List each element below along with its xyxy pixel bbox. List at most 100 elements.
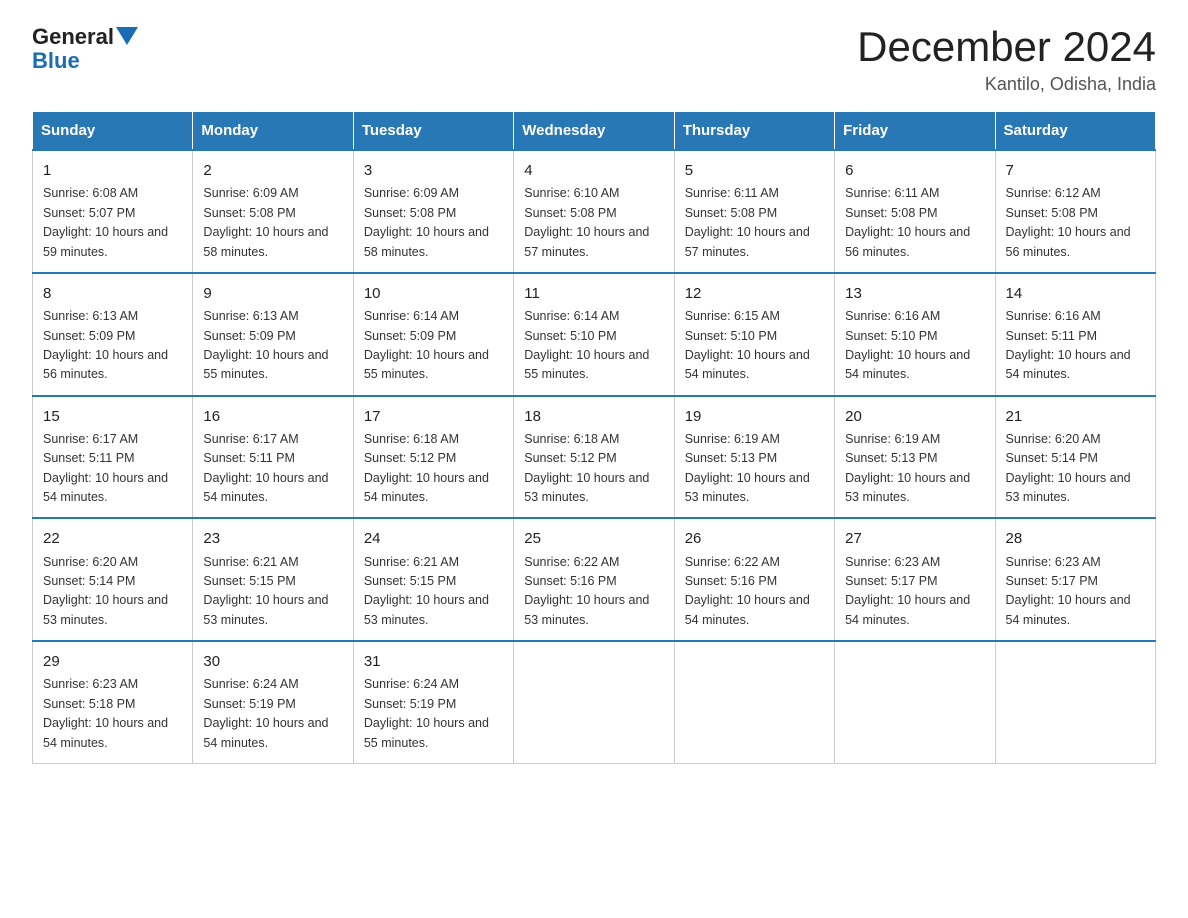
calendar-cell: 2Sunrise: 6:09 AMSunset: 5:08 PMDaylight…: [193, 150, 353, 273]
day-info: Sunrise: 6:21 AMSunset: 5:15 PMDaylight:…: [364, 553, 503, 631]
day-number: 10: [364, 282, 503, 305]
day-number: 5: [685, 159, 824, 182]
day-info: Sunrise: 6:14 AMSunset: 5:10 PMDaylight:…: [524, 307, 663, 385]
week-row-2: 8Sunrise: 6:13 AMSunset: 5:09 PMDaylight…: [33, 273, 1156, 396]
logo-text-blue: Blue: [32, 48, 80, 74]
day-info: Sunrise: 6:24 AMSunset: 5:19 PMDaylight:…: [203, 675, 342, 753]
calendar-cell: 11Sunrise: 6:14 AMSunset: 5:10 PMDayligh…: [514, 273, 674, 396]
day-number: 9: [203, 282, 342, 305]
calendar-cell: 27 Sunrise: 6:23 AMSunset: 5:17 PMDayligh…: [835, 518, 995, 641]
calendar-cell: 3Sunrise: 6:09 AMSunset: 5:08 PMDaylight…: [353, 150, 513, 273]
day-number: 27: [845, 527, 984, 550]
calendar-cell: [514, 641, 674, 763]
day-number: 6: [845, 159, 984, 182]
calendar-cell: 22 Sunrise: 6:20 AMSunset: 5:14 PMDayligh…: [33, 518, 193, 641]
calendar-cell: 24Sunrise: 6:21 AMSunset: 5:15 PMDayligh…: [353, 518, 513, 641]
day-number: 19: [685, 405, 824, 428]
day-number: 17: [364, 405, 503, 428]
calendar-cell: 21Sunrise: 6:20 AMSunset: 5:14 PMDayligh…: [995, 396, 1155, 519]
day-info: Sunrise: 6:15 AMSunset: 5:10 PMDaylight:…: [685, 307, 824, 385]
calendar-cell: 13Sunrise: 6:16 AMSunset: 5:10 PMDayligh…: [835, 273, 995, 396]
day-info: Sunrise: 6:09 AMSunset: 5:08 PMDaylight:…: [364, 184, 503, 262]
day-number: 13: [845, 282, 984, 305]
week-row-1: 1Sunrise: 6:08 AMSunset: 5:07 PMDaylight…: [33, 150, 1156, 273]
page-header: General Blue December 2024 Kantilo, Odis…: [32, 24, 1156, 95]
calendar-cell: [995, 641, 1155, 763]
day-number: 3: [364, 159, 503, 182]
col-header-monday: Monday: [193, 112, 353, 151]
day-info: Sunrise: 6:18 AMSunset: 5:12 PMDaylight:…: [364, 430, 503, 508]
day-info: Sunrise: 6:13 AMSunset: 5:09 PMDaylight:…: [203, 307, 342, 385]
col-header-wednesday: Wednesday: [514, 112, 674, 151]
day-info: Sunrise: 6:23 AMSunset: 5:18 PMDaylight:…: [43, 675, 182, 753]
day-number: 14: [1006, 282, 1145, 305]
logo-text-general: General: [32, 24, 114, 50]
day-number: 21: [1006, 405, 1145, 428]
calendar-cell: 7Sunrise: 6:12 AMSunset: 5:08 PMDaylight…: [995, 150, 1155, 273]
calendar-cell: 15Sunrise: 6:17 AMSunset: 5:11 PMDayligh…: [33, 396, 193, 519]
day-info: Sunrise: 6:17 AMSunset: 5:11 PMDaylight:…: [43, 430, 182, 508]
day-number: 11: [524, 282, 663, 305]
day-info: Sunrise: 6:18 AMSunset: 5:12 PMDaylight:…: [524, 430, 663, 508]
day-info: Sunrise: 6:16 AMSunset: 5:11 PMDaylight:…: [1006, 307, 1145, 385]
day-number: 15: [43, 405, 182, 428]
col-header-sunday: Sunday: [33, 112, 193, 151]
day-number: 23: [203, 527, 342, 550]
day-number: 8: [43, 282, 182, 305]
calendar-cell: 28Sunrise: 6:23 AMSunset: 5:17 PMDayligh…: [995, 518, 1155, 641]
day-info: Sunrise: 6:20 AMSunset: 5:14 PMDaylight:…: [43, 553, 182, 631]
week-row-5: 29Sunrise: 6:23 AMSunset: 5:18 PMDayligh…: [33, 641, 1156, 763]
day-info: Sunrise: 6:19 AMSunset: 5:13 PMDaylight:…: [685, 430, 824, 508]
day-info: Sunrise: 6:08 AMSunset: 5:07 PMDaylight:…: [43, 184, 182, 262]
day-number: 2: [203, 159, 342, 182]
day-info: Sunrise: 6:10 AMSunset: 5:08 PMDaylight:…: [524, 184, 663, 262]
calendar-cell: 25 Sunrise: 6:22 AMSunset: 5:16 PMDayligh…: [514, 518, 674, 641]
col-header-friday: Friday: [835, 112, 995, 151]
day-info: Sunrise: 6:13 AMSunset: 5:09 PMDaylight:…: [43, 307, 182, 385]
calendar-cell: 16Sunrise: 6:17 AMSunset: 5:11 PMDayligh…: [193, 396, 353, 519]
calendar-cell: 26Sunrise: 6:22 AMSunset: 5:16 PMDayligh…: [674, 518, 834, 641]
day-number: 4: [524, 159, 663, 182]
day-info: Sunrise: 6:22 AMSunset: 5:16 PMDaylight:…: [685, 553, 824, 631]
day-info: Sunrise: 6:11 AMSunset: 5:08 PMDaylight:…: [845, 184, 984, 262]
calendar-cell: 20Sunrise: 6:19 AMSunset: 5:13 PMDayligh…: [835, 396, 995, 519]
calendar-cell: 9Sunrise: 6:13 AMSunset: 5:09 PMDaylight…: [193, 273, 353, 396]
week-row-3: 15Sunrise: 6:17 AMSunset: 5:11 PMDayligh…: [33, 396, 1156, 519]
day-number: 20: [845, 405, 984, 428]
day-info: Sunrise: 6:17 AMSunset: 5:11 PMDaylight:…: [203, 430, 342, 508]
week-row-4: 22 Sunrise: 6:20 AMSunset: 5:14 PMDayligh…: [33, 518, 1156, 641]
calendar-cell: 18Sunrise: 6:18 AMSunset: 5:12 PMDayligh…: [514, 396, 674, 519]
calendar-cell: 19Sunrise: 6:19 AMSunset: 5:13 PMDayligh…: [674, 396, 834, 519]
calendar-cell: 29Sunrise: 6:23 AMSunset: 5:18 PMDayligh…: [33, 641, 193, 763]
day-info: Sunrise: 6:16 AMSunset: 5:10 PMDaylight:…: [845, 307, 984, 385]
calendar-cell: 4Sunrise: 6:10 AMSunset: 5:08 PMDaylight…: [514, 150, 674, 273]
day-number: 30: [203, 650, 342, 673]
calendar-cell: 8Sunrise: 6:13 AMSunset: 5:09 PMDaylight…: [33, 273, 193, 396]
day-info: Sunrise: 6:23 AMSunset: 5:17 PMDaylight:…: [845, 553, 984, 631]
day-info: Sunrise: 6:11 AMSunset: 5:08 PMDaylight:…: [685, 184, 824, 262]
calendar-cell: 1Sunrise: 6:08 AMSunset: 5:07 PMDaylight…: [33, 150, 193, 273]
location-text: Kantilo, Odisha, India: [857, 74, 1156, 95]
day-info: Sunrise: 6:23 AMSunset: 5:17 PMDaylight:…: [1006, 553, 1145, 631]
day-info: Sunrise: 6:12 AMSunset: 5:08 PMDaylight:…: [1006, 184, 1145, 262]
day-number: 25: [524, 527, 663, 550]
calendar-cell: 14Sunrise: 6:16 AMSunset: 5:11 PMDayligh…: [995, 273, 1155, 396]
day-number: 29: [43, 650, 182, 673]
day-number: 16: [203, 405, 342, 428]
day-number: 18: [524, 405, 663, 428]
calendar-cell: 6Sunrise: 6:11 AMSunset: 5:08 PMDaylight…: [835, 150, 995, 273]
day-number: 22: [43, 527, 182, 550]
day-info: Sunrise: 6:14 AMSunset: 5:09 PMDaylight:…: [364, 307, 503, 385]
calendar-cell: 12Sunrise: 6:15 AMSunset: 5:10 PMDayligh…: [674, 273, 834, 396]
col-header-tuesday: Tuesday: [353, 112, 513, 151]
day-info: Sunrise: 6:09 AMSunset: 5:08 PMDaylight:…: [203, 184, 342, 262]
calendar-cell: 30Sunrise: 6:24 AMSunset: 5:19 PMDayligh…: [193, 641, 353, 763]
calendar-cell: [835, 641, 995, 763]
month-title: December 2024: [857, 24, 1156, 70]
calendar-cell: [674, 641, 834, 763]
logo-arrow-icon: [116, 27, 138, 47]
calendar-table: SundayMondayTuesdayWednesdayThursdayFrid…: [32, 111, 1156, 764]
day-info: Sunrise: 6:21 AMSunset: 5:15 PMDaylight:…: [203, 553, 342, 631]
day-info: Sunrise: 6:22 AMSunset: 5:16 PMDaylight:…: [524, 553, 663, 631]
title-block: December 2024 Kantilo, Odisha, India: [857, 24, 1156, 95]
